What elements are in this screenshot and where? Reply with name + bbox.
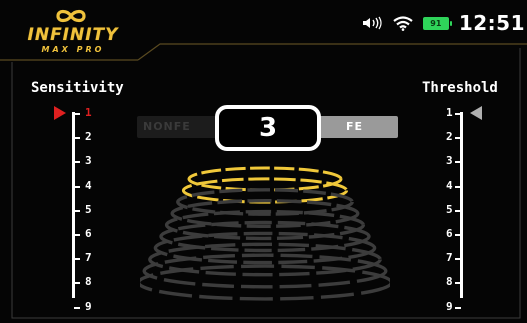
sensitivity-level-4[interactable]: 4 [85,179,92,192]
sensitivity-tick [74,282,80,285]
sensitivity-level-2[interactable]: 2 [85,131,92,143]
sensitivity-scale[interactable]: 1 2 3 4 5 6 7 8 9 [52,106,92,312]
threshold-tick [455,185,461,188]
sensitivity-tick [74,137,80,140]
threshold-level-6[interactable]: 6 [446,228,453,240]
sensitivity-level-1[interactable]: 1 [85,107,92,119]
sensitivity-pointer-icon[interactable] [54,106,66,120]
threshold-level-9[interactable]: 9 [446,300,453,313]
sensitivity-tick [74,234,80,236]
sensitivity-level-8[interactable]: 8 [85,276,92,288]
threshold-scale-line [460,112,463,298]
threshold-tick [455,282,461,285]
battery-icon: 91 [422,16,452,30]
sensitivity-level-9[interactable]: 9 [85,300,92,313]
threshold-label: Threshold [422,80,498,96]
threshold-scale[interactable]: 1 2 3 4 5 6 7 8 9 [446,106,486,312]
threshold-level-7[interactable]: 7 [446,252,453,264]
battery-level: 91 [430,18,442,28]
sensitivity-label: Sensitivity [31,80,124,96]
threshold-tick [455,258,461,261]
threshold-level-5[interactable]: 5 [446,203,453,216]
sensitivity-tick [74,113,80,115]
brand-logo: INFINITY MAX PRO [14,8,132,56]
threshold-level-3[interactable]: 3 [446,155,453,167]
logo-title: INFINITY [27,25,119,45]
sensitivity-level-6[interactable]: 6 [85,228,92,240]
threshold-tick [455,306,461,309]
threshold-tick [455,137,461,140]
sensitivity-level-5[interactable]: 5 [85,203,92,216]
threshold-pointer-icon[interactable] [470,106,482,120]
signal-cone [140,166,390,301]
sensitivity-tick [74,185,80,188]
sensitivity-tick [74,161,80,164]
nonfe-segment[interactable]: NONFE [137,116,227,138]
discrimination-value[interactable]: 3 [215,105,321,151]
sensitivity-level-3[interactable]: 3 [85,155,92,167]
sensitivity-scale-line [72,112,75,298]
status-bar: 91 12:51 [361,11,525,35]
threshold-level-1[interactable]: 1 [446,107,453,119]
sensitivity-level-7[interactable]: 7 [85,252,92,264]
speaker-icon[interactable] [361,16,383,30]
threshold-tick [455,209,461,212]
threshold-tick [455,161,461,164]
wifi-icon[interactable] [393,15,413,31]
infinity-icon [56,9,86,23]
detector-screen: INFINITY MAX PRO 91 12:51 Sensitivity 12… [0,0,527,323]
threshold-tick [455,113,461,115]
threshold-level-8[interactable]: 8 [446,276,453,288]
sensitivity-tick [74,306,80,309]
threshold-tick [455,234,461,236]
threshold-level-4[interactable]: 4 [446,179,453,192]
sensitivity-tick [74,258,80,261]
logo-subtitle: MAX PRO [41,45,105,54]
clock: 12:51 [458,11,525,35]
threshold-level-2[interactable]: 2 [446,131,453,143]
sensitivity-tick [74,209,80,212]
